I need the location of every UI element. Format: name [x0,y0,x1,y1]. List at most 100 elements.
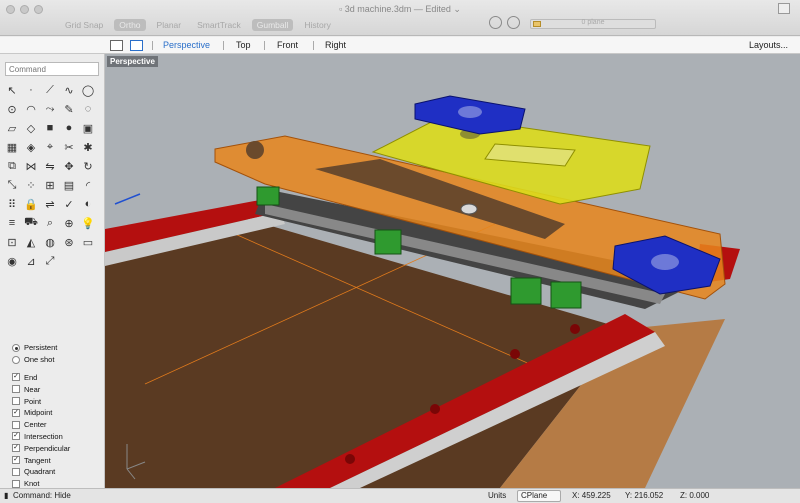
scale-icon[interactable]: ⤡ [4,177,20,193]
lock-layer-icon[interactable]: ⊡ [4,234,20,250]
edited-menu[interactable]: — Edited ⌄ [414,4,461,14]
osnap-quadrant[interactable]: Quadrant [12,466,70,478]
checkbox[interactable] [12,397,20,406]
surface-icon[interactable]: ▱ [4,120,20,136]
osnap-point[interactable]: Point [12,395,70,407]
toolbar-toggle-ortho[interactable]: Ortho [114,19,146,31]
mesh-icon[interactable]: ▦ [4,139,20,155]
snap-mode-persistent[interactable]: Persistent [12,342,70,354]
dimension-icon[interactable]: ⤢ [42,253,58,269]
checkbox[interactable] [12,420,20,429]
polyline-icon[interactable]: ⟋ [42,82,58,98]
curve-dot-icon[interactable]: ◌ [80,101,96,117]
dot-grid-icon[interactable]: ⠿ [4,196,20,212]
circle-icon[interactable]: ◯ [80,82,96,98]
curve-drag-icon[interactable]: ✎ [61,101,77,117]
perspective-viewport[interactable]: Perspective [105,54,800,488]
model-scene[interactable] [105,54,800,488]
toolbar-toggle-smarttrack[interactable]: SmartTrack [192,19,246,31]
pin-icon[interactable]: ⊿ [23,253,39,269]
osnap-midpoint[interactable]: ✓ Midpoint [12,407,70,419]
osnap-label: End [24,372,38,382]
osnap-end[interactable]: ✓ End [12,372,70,384]
osnap-label: Perpendicular [24,443,71,453]
checkbox[interactable]: ✓ [12,444,20,453]
circle-center-icon[interactable]: ⊙ [4,101,20,117]
mirror-icon[interactable]: ⇋ [42,158,58,174]
curve-edit-icon[interactable]: ⤳ [42,101,58,117]
tab-perspective[interactable]: Perspective [163,40,210,50]
rotate-icon[interactable]: ↻ [80,158,96,174]
check-icon[interactable]: ✓ [61,196,77,212]
checkbox[interactable] [12,467,20,476]
analyze-icon[interactable]: ⌕ [42,215,58,231]
filter-target-icon[interactable] [507,16,520,29]
checkbox[interactable]: ✓ [12,432,20,441]
four-view-layout-icon[interactable] [110,40,123,51]
snap-mode-label: Persistent [24,343,58,353]
globe-icon[interactable]: ⊛ [61,234,77,250]
command-history-icon[interactable]: ▮ [4,491,8,500]
car-icon[interactable]: ⛟ [23,215,39,231]
viewport-title[interactable]: Perspective [107,56,158,67]
osnap-intersection[interactable]: ✓ Intersection [12,431,70,443]
explode-icon[interactable]: ✱ [80,139,96,155]
osnap-center[interactable]: Center [12,419,70,431]
extrude-icon[interactable]: ▣ [80,120,96,136]
layouts-menu[interactable]: Layouts... [749,40,788,50]
command-input[interactable] [5,62,99,76]
block-icon[interactable]: ▤ [61,177,77,193]
color-wheel-icon[interactable]: ◍ [42,234,58,250]
render-sphere-icon[interactable]: ◉ [4,253,20,269]
hide-icon[interactable]: ◐ [80,196,96,212]
layer-selector[interactable]: 0 plane [530,19,656,29]
point-icon[interactable]: · [23,82,39,98]
toolbar-toggle-gumball[interactable]: Gumball [251,19,294,31]
fillet-icon[interactable]: ◜ [80,177,96,193]
osnap-tangent[interactable]: ✓ Tangent [12,454,70,466]
radio-button[interactable] [12,343,20,352]
toolbar-toggle-planar[interactable]: Planar [152,19,187,31]
osnap-near[interactable]: Near [12,383,70,395]
boolean-union-icon[interactable]: ⧉ [4,158,20,174]
motor-mount-bore [651,254,679,270]
osnap-perpendicular[interactable]: ✓ Perpendicular [12,442,70,454]
curve-icon[interactable]: ∿ [61,82,77,98]
group-icon[interactable]: ⊞ [42,177,58,193]
surface-plane-icon[interactable]: ◇ [23,120,39,136]
sidebar-toggle-button[interactable] [778,3,790,14]
snap-mode-one-shot[interactable]: One shot [12,354,70,366]
checkbox[interactable] [12,479,20,488]
edit-point-icon[interactable]: ⌖ [42,139,58,155]
checkbox[interactable]: ✓ [12,373,20,382]
layer-icon[interactable]: ≡ [4,215,20,231]
units-dropdown[interactable]: CPlane [517,490,561,502]
lock-icon[interactable]: 🔒 [23,196,39,212]
array-icon[interactable]: ⁘ [23,177,39,193]
tab-top[interactable]: Top [236,40,251,50]
box-solid-icon[interactable]: ■ [42,120,58,136]
move-icon[interactable]: ✥ [61,158,77,174]
linear-bearing-block [256,186,280,206]
camera-icon[interactable]: ▭ [80,234,96,250]
zoom-icon[interactable]: ⊕ [61,215,77,231]
join-icon[interactable]: ⋈ [23,158,39,174]
render-icon[interactable]: ◈ [23,139,39,155]
sphere-icon[interactable]: ● [61,120,77,136]
history-record-icon[interactable] [489,16,502,29]
checkbox[interactable]: ✓ [12,456,20,465]
trim-icon[interactable]: ✂ [61,139,77,155]
arc-icon[interactable]: ◠ [23,101,39,117]
select-arrow-icon[interactable]: ↖ [4,82,20,98]
tab-front[interactable]: Front [277,40,298,50]
toolbar-toggle-grid-snap[interactable]: Grid Snap [60,19,108,31]
bulb-icon[interactable]: 💡 [80,215,96,231]
toolbar-toggle-history[interactable]: History [299,19,335,31]
radio-button[interactable] [12,355,20,364]
material-icon[interactable]: ◭ [23,234,39,250]
orient-icon[interactable]: ⇌ [42,196,58,212]
single-view-layout-icon[interactable] [130,40,143,51]
checkbox[interactable]: ✓ [12,408,20,417]
checkbox[interactable] [12,385,20,394]
tab-right[interactable]: Right [325,40,346,50]
